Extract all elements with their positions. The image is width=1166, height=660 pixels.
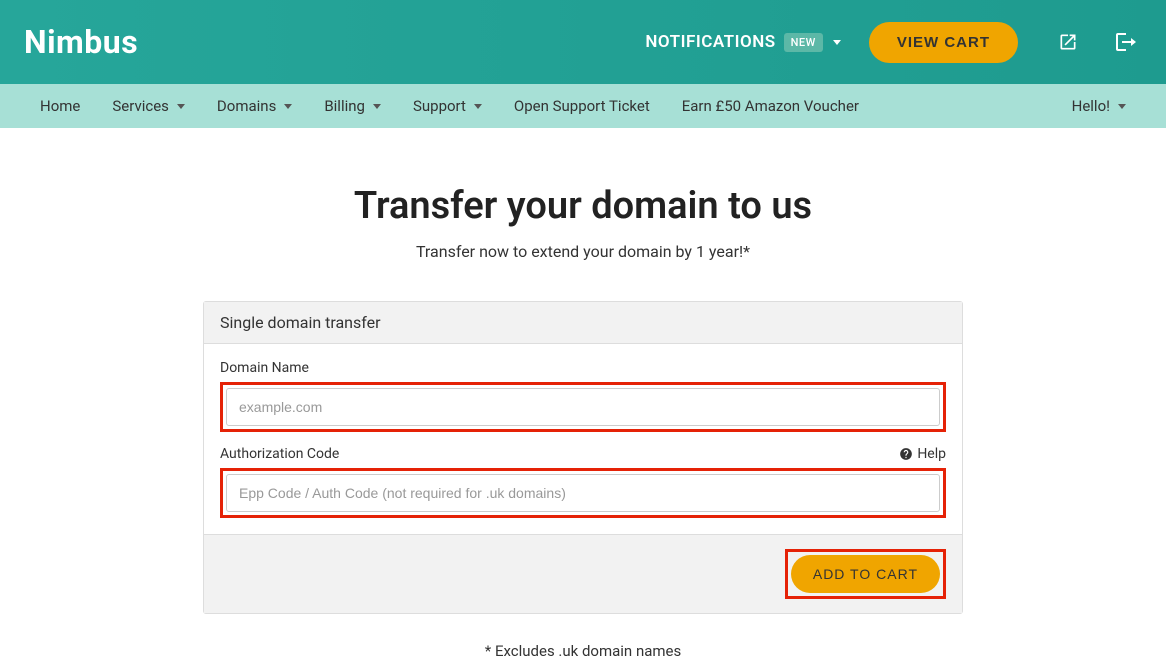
content: Transfer your domain to us Transfer now … [203, 128, 963, 660]
nav-item-label: Home [40, 97, 80, 115]
new-badge: NEW [784, 33, 823, 52]
chevron-down-icon [284, 104, 292, 109]
help-label: Help [917, 446, 946, 462]
auth-code-input[interactable] [226, 474, 940, 512]
nav-item-label: Services [112, 97, 169, 115]
external-link-icon[interactable] [1058, 32, 1078, 52]
footnote: * Excludes .uk domain names [203, 642, 963, 660]
domain-name-input[interactable] [226, 388, 940, 426]
topbar: Nimbus NOTIFICATIONS NEW VIEW CART [0, 0, 1166, 84]
add-to-cart-button[interactable]: ADD TO CART [791, 555, 940, 593]
nav-services[interactable]: Services [96, 84, 201, 128]
nav-item-label: Earn £50 Amazon Voucher [682, 97, 859, 115]
chevron-down-icon [1118, 104, 1126, 109]
logo-text: Nimbus [24, 23, 138, 61]
navbar: Home Services Domains Billing Support Op… [0, 84, 1166, 128]
nav-item-label: Domains [217, 97, 276, 115]
nav-greeting-label: Hello! [1072, 97, 1110, 115]
panel-header: Single domain transfer [204, 302, 962, 344]
panel-footer: ADD TO CART [204, 534, 962, 613]
notifications-link[interactable]: NOTIFICATIONS NEW [645, 32, 840, 52]
nav-item-label: Support [413, 97, 466, 115]
domain-input-highlight [220, 382, 946, 432]
nav-support[interactable]: Support [397, 84, 498, 128]
nav-greeting[interactable]: Hello! [1056, 84, 1142, 128]
nav-item-label: Open Support Ticket [514, 97, 650, 115]
chevron-down-icon [474, 104, 482, 109]
auth-input-highlight [220, 468, 946, 518]
nav-item-label: Billing [324, 97, 365, 115]
view-cart-button[interactable]: VIEW CART [869, 22, 1018, 63]
chevron-down-icon [177, 104, 185, 109]
auth-code-label: Authorization Code [220, 446, 339, 462]
domain-name-label: Domain Name [220, 360, 309, 376]
nav-billing[interactable]: Billing [308, 84, 397, 128]
page-subtitle: Transfer now to extend your domain by 1 … [203, 242, 963, 261]
nav-home[interactable]: Home [24, 84, 96, 128]
logout-icon[interactable] [1114, 30, 1138, 54]
page-title: Transfer your domain to us [203, 184, 963, 228]
help-link[interactable]: Help [899, 446, 946, 462]
nav-open-ticket[interactable]: Open Support Ticket [498, 84, 666, 128]
chevron-down-icon [833, 40, 841, 45]
nav-domains[interactable]: Domains [201, 84, 308, 128]
add-to-cart-highlight: ADD TO CART [785, 549, 946, 599]
chevron-down-icon [373, 104, 381, 109]
panel-body: Domain Name Authorization Code Help [204, 344, 962, 534]
transfer-panel: Single domain transfer Domain Name Autho… [203, 301, 963, 614]
help-icon [899, 447, 913, 461]
nav-earn-voucher[interactable]: Earn £50 Amazon Voucher [666, 84, 875, 128]
logo[interactable]: Nimbus [24, 23, 138, 61]
notifications-label: NOTIFICATIONS [645, 32, 775, 52]
